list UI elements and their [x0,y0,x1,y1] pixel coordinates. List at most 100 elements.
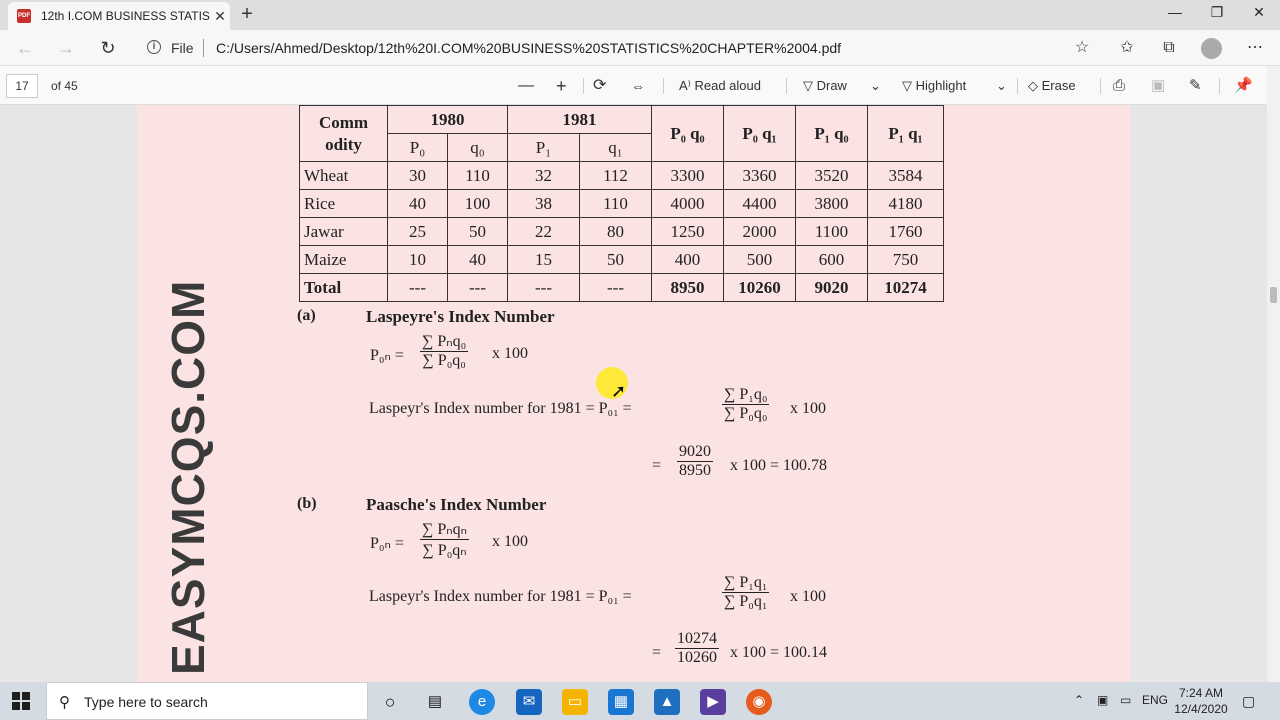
table-header-1981: 1981 [507,105,652,134]
cortana-icon[interactable]: ○ [377,689,403,715]
table-body: Wheat 30 110 32 112 3300 3360 3520 3584 Rice 40 100… [299,161,944,302]
print-icon[interactable]: ⎙ [1113,74,1125,98]
toolbar-separator [1219,78,1220,94]
pdf-toolbar: 17 of 45 — + ⟳ ⇔ A⁾ Read aloud ▽ Draw ⌄ … [0,66,1280,105]
value-cell: 750 [867,245,944,274]
value-cell: 30 [387,161,448,190]
mail-icon[interactable]: ✉ [516,689,542,715]
photos-icon[interactable]: ▲ [654,689,680,715]
section-a-line1-mult: x 100 [790,400,826,417]
table-header-p1q1: P₁ q₁ [867,105,944,162]
commodity-cell: Total [299,273,388,302]
fraction-denominator: 10260 [677,649,717,666]
collections-icon[interactable]: ⧉ [1158,38,1180,60]
value-cell: 38 [507,189,580,218]
language-indicator[interactable]: ENG [1142,693,1168,707]
value-cell: --- [387,273,448,302]
value-cell: --- [507,273,580,302]
taskbar-search[interactable]: ⚲ Type here to search [46,682,368,720]
fraction-numerator: ∑ P₁q₁ [722,574,770,593]
draw-button[interactable]: ▽ Draw [803,74,847,98]
value-cell: 8950 [651,273,724,302]
value-cell: 2000 [723,217,796,246]
new-tab-button[interactable]: + [236,4,258,26]
table-header-p0q0: P₀ q₀ [651,105,724,162]
windows-start-icon[interactable] [12,692,30,710]
table-header-p0q1: P₀ q₁ [723,105,796,162]
value-cell: 400 [651,245,724,274]
value-cell: 15 [507,245,580,274]
favorites-icon[interactable]: ✩ [1116,38,1138,60]
file-explorer-icon[interactable]: ▭ [562,689,588,715]
erase-button[interactable]: ◇ Erase [1028,74,1076,98]
value-cell: 110 [579,189,652,218]
clock-date: 12/4/2020 [1174,702,1228,716]
section-b-line1: Laspeyr's Index number for 1981 = P₀₁ = [369,588,632,605]
zoom-in-icon[interactable]: + [556,74,567,98]
value-cell: 3800 [795,189,868,218]
edge-browser-icon[interactable]: e [469,689,495,715]
value-cell: 1760 [867,217,944,246]
save-icon[interactable]: ▣ [1151,74,1165,98]
close-tab-icon[interactable]: ✕ [210,8,230,25]
minimize-button[interactable]: — [1160,4,1190,26]
commodity-cell: Maize [299,245,388,274]
notifications-icon[interactable]: ▢ [1242,693,1255,710]
section-b-formula-lhs: P₀ₙ = [370,535,404,552]
task-view-icon[interactable]: ▤ [422,689,448,715]
draw-dropdown-icon[interactable]: ⌄ [870,74,881,98]
value-cell: 10274 [867,273,944,302]
commodity-cell: Wheat [299,161,388,190]
zoom-out-icon[interactable]: — [518,74,534,98]
profile-avatar[interactable] [1201,38,1222,59]
save-as-icon[interactable]: ✎ [1189,74,1202,98]
value-cell: 25 [387,217,448,246]
fraction-denominator: ∑ P₀q₀ [724,405,768,422]
restore-button[interactable]: ❐ [1202,4,1232,26]
fit-page-icon[interactable]: ⇔ [631,74,645,98]
scrollbar-thumb[interactable] [1270,287,1277,303]
section-b-result: x 100 = 100.14 [730,644,828,661]
info-icon[interactable]: i [147,40,161,54]
commodity-cell: Rice [299,189,388,218]
store-icon[interactable]: ▦ [608,689,634,715]
value-cell: 10 [387,245,448,274]
favorite-star-icon[interactable]: ☆ [1071,38,1093,60]
close-window-button[interactable]: ✕ [1244,4,1274,26]
pin-toolbar-icon[interactable]: 📌 [1234,74,1253,98]
tab-title: 12th I.COM BUSINESS STATISTIC [41,9,210,23]
highlight-dropdown-icon[interactable]: ⌄ [996,74,1007,98]
url-field[interactable]: C:/Users/Ahmed/Desktop/12th%20I.COM%20BU… [216,40,841,56]
highlight-label: Highlight [915,78,967,93]
document-viewport[interactable]: EASYMCQS.COM Comm odity 1980 1981 P₀ q₀ … [0,105,1267,682]
rotate-icon[interactable]: ⟳ [593,74,606,98]
page-number-input[interactable]: 17 [6,74,38,98]
fraction-numerator: ∑ Pₙq₀ [420,333,469,352]
mouse-pointer-icon: ➚ [611,381,627,401]
firefox-icon[interactable]: ◉ [746,689,772,715]
browser-tab[interactable]: PDF 12th I.COM BUSINESS STATISTIC ✕ [8,2,230,30]
more-menu-icon[interactable]: ⋯ [1244,38,1266,60]
read-aloud-button[interactable]: A⁾ Read aloud [679,74,761,98]
vertical-scrollbar[interactable] [1267,66,1280,682]
forward-button[interactable]: → [55,37,77,59]
clock[interactable]: 7:24 AM 12/4/2020 [1172,685,1230,717]
back-button[interactable]: ← [14,37,36,59]
read-aloud-icon: A⁾ [679,78,695,93]
table-total-row: Total --- --- --- --- 8950 10260 9020 10274 [299,273,944,302]
network-icon[interactable]: ▣ [1097,693,1108,707]
draw-icon: ▽ [803,78,817,93]
table-row: Rice 40 100 38 110 4000 4400 3800 4180 [299,189,944,218]
tray-overflow-icon[interactable]: ⌃ [1074,693,1084,707]
value-cell: 10260 [723,273,796,302]
value-cell: 500 [723,245,796,274]
section-a-label: (a) [297,307,316,324]
highlight-button[interactable]: ▽ Highlight [902,74,966,98]
value-cell: 100 [447,189,508,218]
battery-icon[interactable]: ▭ [1120,693,1131,707]
file-label: File [171,40,194,56]
refresh-button[interactable]: ↻ [97,37,119,59]
read-aloud-label: Read aloud [694,78,761,93]
commodity-cell: Jawar [299,217,388,246]
video-editor-icon[interactable]: ▶ [700,689,726,715]
